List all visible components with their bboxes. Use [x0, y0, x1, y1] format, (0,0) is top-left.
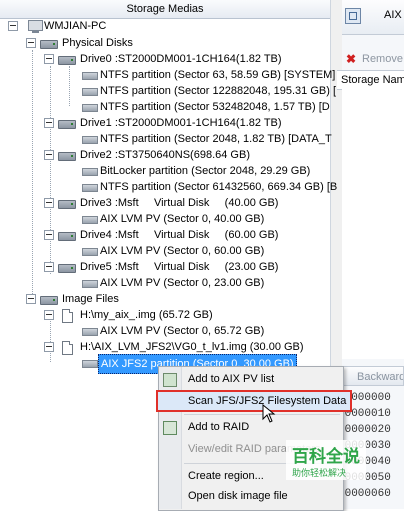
hard-drive-icon — [58, 56, 76, 65]
partition-icon — [82, 184, 98, 192]
aix-icon — [345, 8, 361, 24]
partition-icon — [82, 360, 98, 368]
disk-group-icon — [40, 40, 58, 49]
image-group-icon — [40, 296, 58, 305]
mouse-cursor-icon — [262, 404, 276, 423]
menu-item-create-region[interactable]: Create region... — [188, 466, 264, 486]
collapse-toggle[interactable] — [44, 262, 54, 272]
storage-name-column-header[interactable]: Storage Name — [337, 70, 404, 90]
pc-label: WMJIAN-PC — [44, 20, 107, 32]
menu-item-add-raid[interactable]: Add to RAID — [188, 417, 249, 437]
watermark-subtitle: 助你轻松解决 — [292, 468, 347, 478]
collapse-toggle[interactable] — [44, 230, 54, 240]
collapse-toggle[interactable] — [44, 198, 54, 208]
hex-offset: 00000060 — [338, 488, 391, 500]
partition-icon — [82, 168, 98, 176]
add-pv-icon — [163, 373, 177, 387]
collapse-toggle[interactable] — [44, 310, 54, 320]
remove-icon: ✖ — [346, 52, 357, 66]
storage-list[interactable] — [342, 89, 404, 359]
menu-item-open-disk-image[interactable]: Open disk image file — [188, 486, 288, 506]
watermark-title: 百科全说 — [292, 447, 360, 466]
collapse-toggle[interactable] — [44, 54, 54, 64]
right-panel-title: AIX — [384, 9, 402, 21]
collapse-toggle[interactable] — [44, 118, 54, 128]
tree-node-pc[interactable]: WMJIAN-PC — [8, 17, 328, 35]
image-file-icon — [62, 309, 73, 323]
computer-icon — [28, 20, 43, 33]
partition-icon — [82, 216, 98, 224]
image-file-icon — [62, 341, 73, 355]
partition-icon — [82, 104, 98, 112]
partition-icon — [82, 88, 98, 96]
partition-icon — [82, 328, 98, 336]
collapse-toggle[interactable] — [44, 342, 54, 352]
hex-offset: 00000020 — [338, 424, 391, 436]
add-raid-icon — [163, 421, 177, 435]
collapse-toggle[interactable] — [8, 21, 18, 31]
tree-line — [32, 50, 33, 298]
collapse-toggle[interactable] — [26, 294, 36, 304]
menu-item-add-aix-pv[interactable]: Add to AIX PV list — [188, 369, 274, 389]
partition-icon — [82, 136, 98, 144]
remove-button[interactable]: Remove — [362, 50, 403, 68]
context-menu-icon-strip — [159, 367, 182, 509]
hard-drive-icon — [58, 120, 76, 129]
partition-icon — [82, 280, 98, 288]
tree-line — [69, 66, 70, 106]
collapse-toggle[interactable] — [44, 150, 54, 160]
backward-button[interactable]: Backward — [342, 366, 404, 386]
hard-drive-icon — [58, 232, 76, 241]
hard-drive-icon — [58, 264, 76, 273]
hard-drive-icon — [58, 200, 76, 209]
partition-icon — [82, 248, 98, 256]
partition-icon — [82, 72, 98, 80]
hard-drive-icon — [58, 152, 76, 161]
collapse-toggle[interactable] — [26, 38, 36, 48]
